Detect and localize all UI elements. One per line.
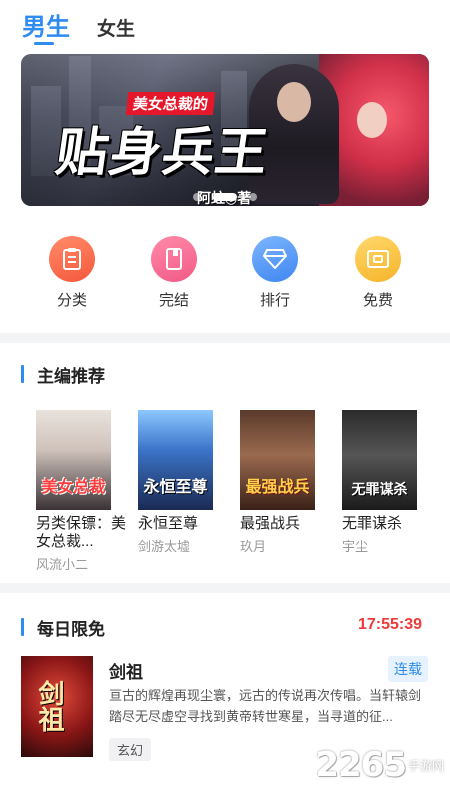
status-badge: 连载 xyxy=(388,656,428,682)
book-cover: 剑祖 xyxy=(21,656,93,757)
active-tab-indicator xyxy=(34,42,54,45)
category-grid: 分类 完结 排行 免费 xyxy=(0,236,450,312)
cover-title: 最强战兵 xyxy=(245,479,310,496)
carousel-dot[interactable] xyxy=(249,193,257,201)
book-title: 剑祖 xyxy=(109,663,143,682)
section-accent-bar xyxy=(21,618,24,636)
banner-figure-face xyxy=(357,102,387,138)
cover-title: 永恒至尊 xyxy=(143,479,208,496)
book-title: 无罪谋杀 xyxy=(342,515,403,532)
category-label: 免费 xyxy=(362,292,393,309)
banner-carousel[interactable]: 美女总裁的 贴身兵王 阿蛀◎著 xyxy=(21,54,429,206)
book-icon xyxy=(151,236,197,282)
carousel-dot[interactable] xyxy=(193,193,201,201)
diamond-icon xyxy=(252,236,298,282)
book-cover: 最强战兵 xyxy=(240,410,315,510)
book-cover: 永恒至尊 xyxy=(138,410,213,510)
category-label: 分类 xyxy=(56,292,87,309)
recommend-title: 主编推荐 xyxy=(37,367,105,386)
carousel-dots xyxy=(21,193,429,201)
daily-free-title: 每日限免 xyxy=(37,620,105,639)
watermark-logo: 2265 手游网 xyxy=(315,744,444,786)
book-author: 剑游太墟 xyxy=(138,539,191,554)
category-label: 排行 xyxy=(259,292,290,309)
watermark-number: 2265 xyxy=(315,745,407,785)
book-author: 宇尘 xyxy=(342,539,369,554)
ticket-icon xyxy=(355,236,401,282)
banner-figure-face xyxy=(277,82,311,122)
book-description: 亘古的辉煌再现尘寰，远古的传说再次传唱。当轩辕剑踏尽无尽虚空寻找到黄帝转世寒星，… xyxy=(109,688,422,724)
book-author: 玖月 xyxy=(240,539,267,554)
book-card[interactable]: 永恒至尊 永恒至尊 剑游太墟 xyxy=(138,410,230,555)
daily-free-header: 每日限免 17:55:39 xyxy=(0,612,450,642)
section-accent-bar xyxy=(21,365,24,383)
recommend-list: 美女总裁 另类保镖：美女总裁... 风流小二 永恒至尊 永恒至尊 剑游太墟 最强… xyxy=(0,410,450,573)
countdown-timer: 17:55:39 xyxy=(357,616,422,633)
gender-tabs: 男生 女生 xyxy=(0,0,450,48)
tab-female[interactable]: 女生 xyxy=(97,14,135,41)
genre-tag[interactable]: 玄幻 xyxy=(109,738,152,761)
carousel-dot-active[interactable] xyxy=(213,193,237,201)
cover-title: 无罪谋杀 xyxy=(351,481,408,497)
recommend-header: 主编推荐 xyxy=(0,359,450,389)
clipboard-icon xyxy=(49,236,95,282)
category-ranking[interactable]: 排行 xyxy=(243,236,307,310)
cover-title: 剑祖 xyxy=(34,680,64,732)
book-title: 最强战兵 xyxy=(240,515,301,532)
section-divider xyxy=(0,333,450,343)
category-free[interactable]: 免费 xyxy=(346,236,410,310)
book-cover: 无罪谋杀 xyxy=(342,410,417,510)
category-label: 完结 xyxy=(158,292,189,309)
category-classify[interactable]: 分类 xyxy=(40,236,104,310)
book-cover: 美女总裁 xyxy=(36,410,111,510)
banner-title: 贴身兵王 xyxy=(52,123,273,183)
tab-male[interactable]: 男生 xyxy=(22,7,70,42)
category-completed[interactable]: 完结 xyxy=(142,236,206,310)
book-card[interactable]: 无罪谋杀 无罪谋杀 宇尘 xyxy=(342,410,434,555)
book-card[interactable]: 最强战兵 最强战兵 玖月 xyxy=(240,410,332,555)
section-divider xyxy=(0,583,450,593)
book-title: 另类保镖：美女总裁... xyxy=(36,515,127,550)
book-card[interactable]: 美女总裁 另类保镖：美女总裁... 风流小二 xyxy=(36,410,128,573)
book-title: 永恒至尊 xyxy=(138,515,199,532)
watermark-text: 手游网 xyxy=(407,758,444,773)
book-author: 风流小二 xyxy=(36,557,89,572)
cover-title: 美女总裁 xyxy=(41,479,106,496)
